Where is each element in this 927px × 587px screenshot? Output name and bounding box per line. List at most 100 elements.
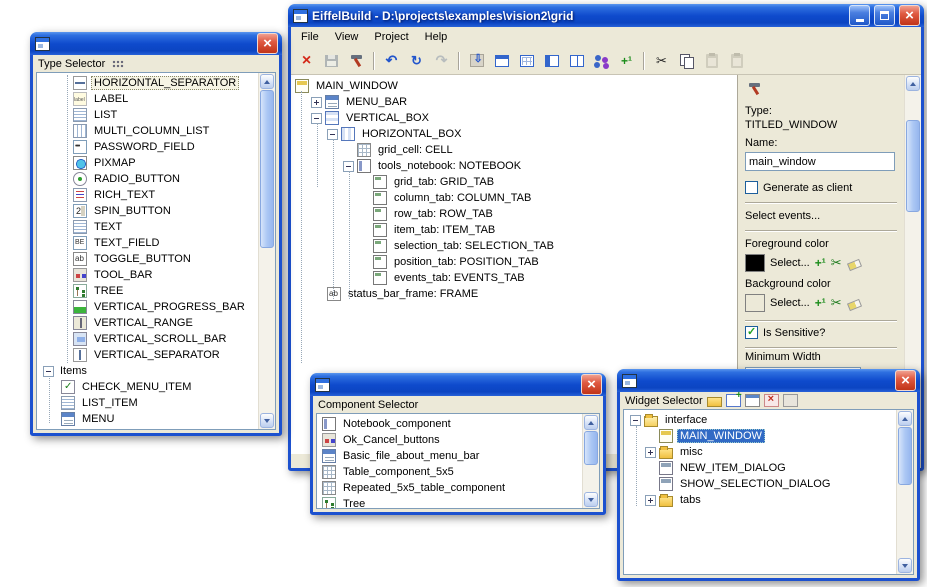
widget-item-misc[interactable]: misc <box>624 444 896 460</box>
component-item-repeated-table[interactable]: Repeated_5x5_table_component <box>317 480 582 496</box>
background-cut-icon[interactable] <box>831 295 842 311</box>
component-item-tree[interactable]: Tree <box>317 496 582 508</box>
tree-item-item-tab[interactable]: item_tab: ITEM_TAB <box>291 222 737 238</box>
users-button[interactable] <box>590 50 613 72</box>
type-item-tree[interactable]: TREE <box>37 283 258 299</box>
titlebar[interactable] <box>310 373 606 396</box>
background-erase-icon[interactable] <box>847 297 861 310</box>
type-item-radio-button[interactable]: RADIO_BUTTON <box>37 171 258 187</box>
tree-item-column-tab[interactable]: column_tab: COLUMN_TAB <box>291 190 737 206</box>
tree-item-position-tab[interactable]: position_tab: POSITION_TAB <box>291 254 737 270</box>
type-item-toggle-button[interactable]: TOGGLE_BUTTON <box>37 251 258 267</box>
tree-item-main-window[interactable]: MAIN_WINDOW <box>291 78 737 94</box>
type-item-multi-column-list[interactable]: MULTI_COLUMN_LIST <box>37 123 258 139</box>
type-item-spin-button[interactable]: SPIN_BUTTON <box>37 203 258 219</box>
add-button[interactable] <box>615 50 638 72</box>
component-item-ok-cancel[interactable]: Ok_Cancel_buttons <box>317 432 582 448</box>
close-button[interactable] <box>581 374 602 395</box>
type-item-tool-bar[interactable]: TOOL_BAR <box>37 267 258 283</box>
paste-button[interactable] <box>700 50 723 72</box>
component-item-table-5x5[interactable]: Table_component_5x5 <box>317 464 582 480</box>
type-item-horizontal-separator[interactable]: HORIZONTAL_SEPARATOR <box>37 75 258 91</box>
column-view-button[interactable] <box>540 50 563 72</box>
widget-item-interface[interactable]: interface <box>624 412 896 428</box>
add-component-icon[interactable] <box>726 394 741 407</box>
titlebar[interactable]: EiffelBuild - D:\projects\examples\visio… <box>288 4 924 27</box>
type-item-vertical-scroll-bar[interactable]: VERTICAL_SCROLL_BAR <box>37 331 258 347</box>
minimize-button[interactable] <box>849 5 870 26</box>
paste-contents-button[interactable] <box>725 50 748 72</box>
menu-project[interactable]: Project <box>366 28 416 46</box>
maximize-button[interactable] <box>874 5 895 26</box>
tree-item-vertical-box[interactable]: VERTICAL_BOX <box>291 110 737 126</box>
export-button[interactable] <box>465 50 488 72</box>
scroll-up-button[interactable] <box>898 411 912 426</box>
type-item-rich-text[interactable]: RICH_TEXT <box>37 187 258 203</box>
type-item-list[interactable]: LIST <box>37 107 258 123</box>
close-button[interactable] <box>899 5 920 26</box>
tree-item-selection-tab[interactable]: selection_tab: SELECTION_TAB <box>291 238 737 254</box>
expander-icon[interactable] <box>343 161 354 172</box>
generate-as-client-checkbox[interactable] <box>745 181 758 194</box>
select-events-button[interactable]: Select events... <box>745 210 820 222</box>
foreground-select-button[interactable]: Select... <box>770 257 810 269</box>
window-view-button[interactable] <box>490 50 513 72</box>
drag-handle-icon[interactable] <box>112 60 124 68</box>
widget-item-main-window[interactable]: MAIN_WINDOW <box>624 428 896 444</box>
scrollbar-thumb[interactable] <box>260 90 274 248</box>
widget-scrollbar[interactable] <box>896 410 913 574</box>
name-input[interactable] <box>745 152 895 171</box>
widget-item-tabs[interactable]: tabs <box>624 492 896 508</box>
foreground-erase-icon[interactable] <box>847 257 861 270</box>
scroll-down-button[interactable] <box>898 558 912 573</box>
type-item-text-field[interactable]: TEXT_FIELD <box>37 235 258 251</box>
scroll-up-button[interactable] <box>906 76 920 91</box>
cut-button[interactable] <box>650 50 673 72</box>
titlebar[interactable] <box>617 369 920 392</box>
expander-icon[interactable] <box>43 366 54 377</box>
tree-item-menu-bar[interactable]: MENU_BAR <box>291 94 737 110</box>
save-button[interactable] <box>320 50 343 72</box>
tree-item-tools-notebook[interactable]: tools_notebook: NOTEBOOK <box>291 158 737 174</box>
copy-icon[interactable] <box>783 394 798 407</box>
delete-button[interactable] <box>295 50 318 72</box>
background-swatch[interactable] <box>745 294 765 312</box>
copy-button[interactable] <box>675 50 698 72</box>
scroll-up-button[interactable] <box>584 415 598 430</box>
type-item-list-item[interactable]: LIST_ITEM <box>37 395 258 411</box>
redo-button[interactable] <box>405 50 428 72</box>
menu-help[interactable]: Help <box>417 28 456 46</box>
type-item-password-field[interactable]: PASSWORD_FIELD <box>37 139 258 155</box>
titlebar[interactable] <box>30 32 282 55</box>
widget-item-new-item-dialog[interactable]: NEW_ITEM_DIALOG <box>624 460 896 476</box>
is-sensitive-checkbox[interactable] <box>745 326 758 339</box>
scroll-up-button[interactable] <box>260 74 274 89</box>
type-item-text[interactable]: TEXT <box>37 219 258 235</box>
tree-item-grid-tab[interactable]: grid_tab: GRID_TAB <box>291 174 737 190</box>
new-folder-icon[interactable] <box>707 397 722 407</box>
expander-icon[interactable] <box>645 495 656 506</box>
background-select-button[interactable]: Select... <box>770 297 810 309</box>
foreground-cut-icon[interactable] <box>831 255 842 271</box>
expander-icon[interactable] <box>311 97 322 108</box>
new-window-icon[interactable] <box>745 394 760 407</box>
expander-icon[interactable] <box>630 415 641 426</box>
tree-item-events-tab[interactable]: events_tab: EVENTS_TAB <box>291 270 737 286</box>
scrollbar-track[interactable] <box>584 431 598 491</box>
delete-icon[interactable] <box>764 394 779 407</box>
component-item-notebook[interactable]: Notebook_component <box>317 416 582 432</box>
type-item-vertical-separator[interactable]: VERTICAL_SEPARATOR <box>37 347 258 363</box>
row-view-button[interactable] <box>565 50 588 72</box>
scroll-down-button[interactable] <box>584 492 598 507</box>
type-scrollbar[interactable] <box>258 73 275 429</box>
build-button[interactable] <box>345 50 368 72</box>
tree-item-row-tab[interactable]: row_tab: ROW_TAB <box>291 206 737 222</box>
close-button[interactable] <box>257 33 278 54</box>
expander-icon[interactable] <box>311 113 322 124</box>
component-item-menu-bar[interactable]: Basic_file_about_menu_bar <box>317 448 582 464</box>
forward-button[interactable] <box>430 50 453 72</box>
type-item-check-menu-item[interactable]: CHECK_MENU_ITEM <box>37 379 258 395</box>
tree-item-status-bar-frame[interactable]: status_bar_frame: FRAME <box>291 286 737 302</box>
menu-file[interactable]: File <box>293 28 327 46</box>
scrollbar-thumb[interactable] <box>898 427 912 485</box>
